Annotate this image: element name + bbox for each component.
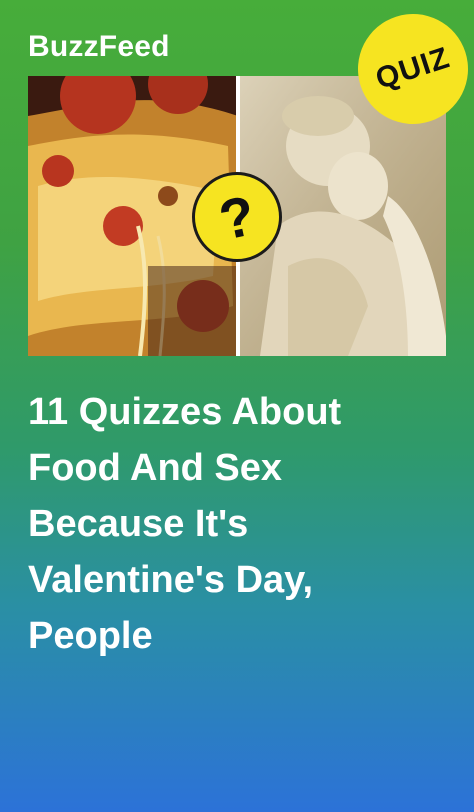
- headline-line: Because It's: [28, 503, 249, 545]
- pin-card[interactable]: BuzzFeed ? QUIZ 11 Quizzes About Food An…: [0, 0, 474, 812]
- headline[interactable]: 11 Quizzes About Food And Sex Because It…: [28, 384, 458, 664]
- headline-line: 11 Quizzes About: [28, 391, 342, 433]
- quiz-badge-label: QUIZ: [371, 41, 454, 96]
- headline-line: Valentine's Day,: [28, 559, 314, 601]
- buzzfeed-logo: BuzzFeed: [28, 30, 170, 63]
- question-mark-icon: ?: [213, 182, 261, 252]
- headline-line: People: [28, 615, 153, 657]
- headline-line: Food And Sex: [28, 447, 283, 489]
